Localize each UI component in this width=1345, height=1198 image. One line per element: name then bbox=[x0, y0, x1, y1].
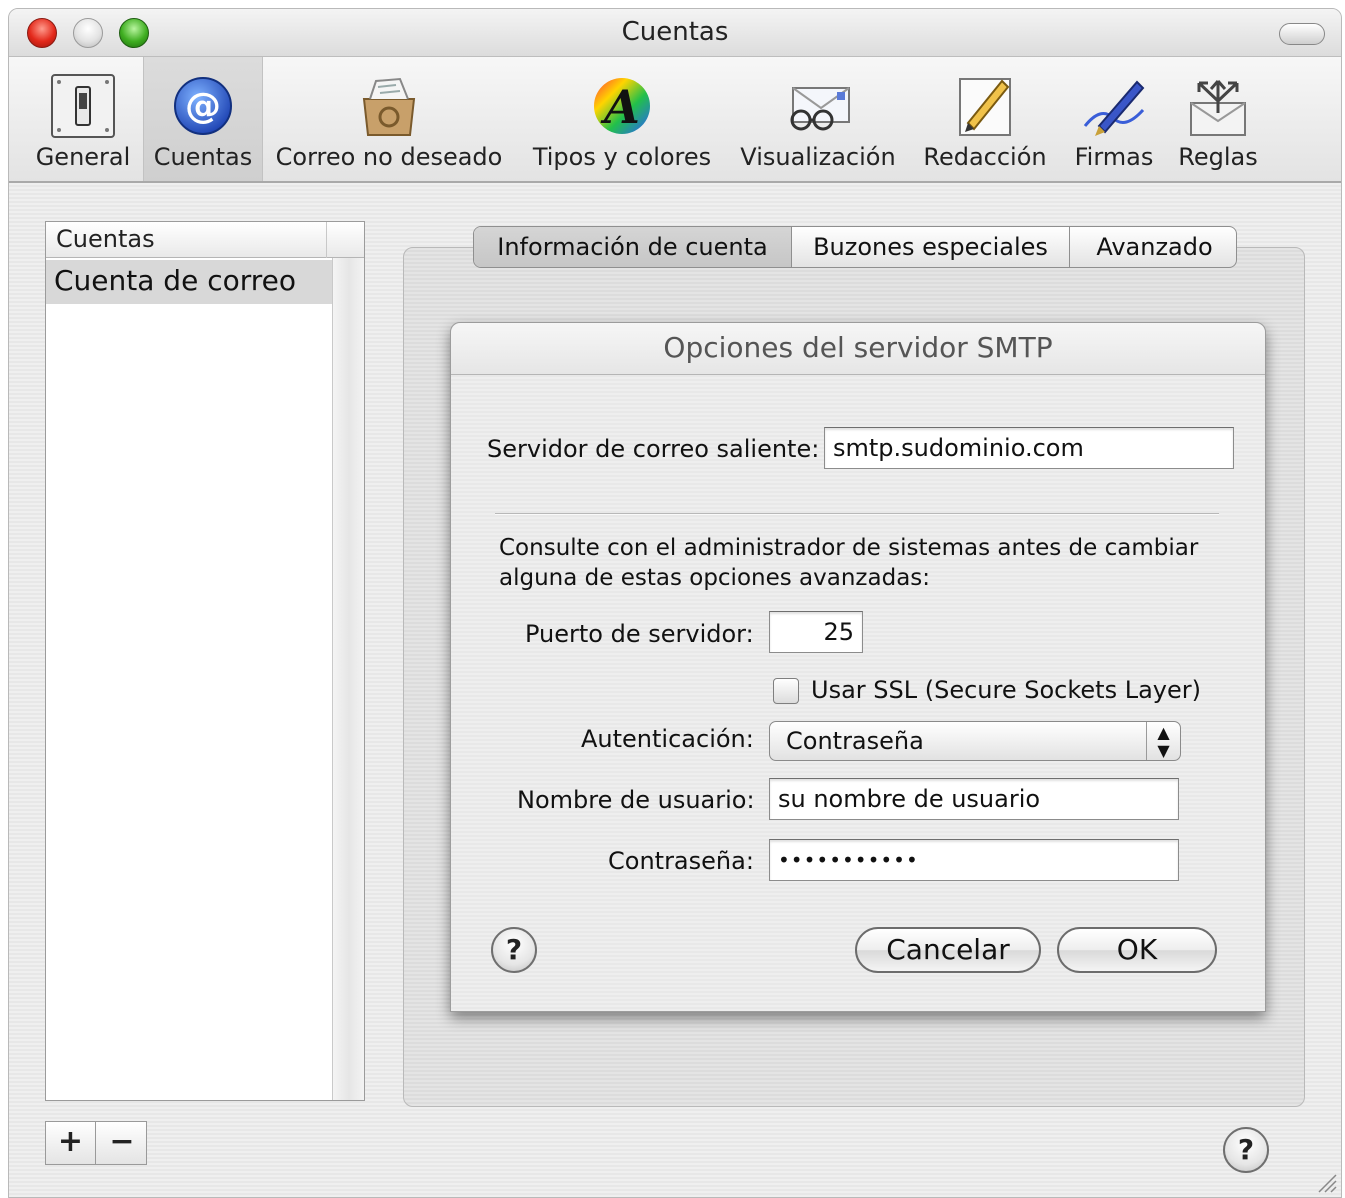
junk-mail-icon bbox=[353, 71, 425, 141]
sheet-title: Opciones del servidor SMTP bbox=[451, 323, 1265, 375]
accounts-list-header[interactable]: Cuentas bbox=[46, 222, 364, 258]
toolbar-item-junk[interactable]: Correo no deseado bbox=[269, 57, 509, 181]
accounts-list-scrollbar[interactable] bbox=[332, 258, 364, 1100]
authentication-popup[interactable]: Contraseña ▲ ▼ bbox=[769, 721, 1181, 761]
window-title: Cuentas bbox=[621, 17, 729, 47]
fonts-colors-icon: A bbox=[586, 71, 658, 141]
toolbar-item-composing[interactable]: Redacción bbox=[917, 57, 1053, 181]
warning-line-1: Consulte con el administrador de sistema… bbox=[499, 535, 1199, 561]
toolbar-label-composing: Redacción bbox=[923, 143, 1047, 171]
password-field[interactable]: ••••••••••• bbox=[769, 839, 1179, 881]
at-sign-icon: @ bbox=[167, 71, 239, 141]
tab-advanced[interactable]: Avanzado bbox=[1071, 227, 1236, 267]
window-help-button[interactable]: ? bbox=[1223, 1127, 1269, 1173]
toolbar-label-rules: Reglas bbox=[1178, 143, 1258, 171]
toolbar-label-cuentas: Cuentas bbox=[153, 143, 253, 171]
svg-text:A: A bbox=[600, 80, 640, 134]
username-label: Nombre de usuario: bbox=[517, 786, 755, 814]
fountain-pen-icon bbox=[1078, 71, 1150, 141]
toolbar-item-rules[interactable]: Reglas bbox=[1169, 57, 1267, 181]
toolbar-item-cuentas[interactable]: @ Cuentas bbox=[143, 57, 263, 181]
toolbar-item-viewing[interactable]: Visualización bbox=[731, 57, 905, 181]
toolbar-label-general: General bbox=[35, 143, 131, 171]
toolbar-item-fonts[interactable]: A Tipos y colores bbox=[525, 57, 719, 181]
preferences-toolbar: General @ Cuentas Correo no deseado A Ti… bbox=[9, 57, 1341, 183]
rules-arrows-icon bbox=[1182, 71, 1254, 141]
server-port-field[interactable]: 25 bbox=[769, 611, 863, 653]
toolbar-item-signatures[interactable]: Firmas bbox=[1065, 57, 1163, 181]
toolbar-label-viewing: Visualización bbox=[740, 143, 896, 171]
toolbar-label-fonts: Tipos y colores bbox=[532, 143, 712, 171]
username-field[interactable]: su nombre de usuario bbox=[769, 778, 1179, 820]
authentication-value: Contraseña bbox=[786, 727, 924, 755]
outgoing-server-field[interactable]: smtp.sudominio.com bbox=[824, 427, 1234, 469]
password-label: Contraseña: bbox=[608, 847, 754, 875]
smtp-options-sheet: Opciones del servidor SMTP Servidor de c… bbox=[450, 322, 1266, 1012]
toolbar-label-signatures: Firmas bbox=[1074, 143, 1154, 171]
toolbar-item-general[interactable]: General bbox=[25, 57, 141, 181]
glasses-envelope-icon bbox=[782, 71, 854, 141]
preferences-window: Cuentas General @ Cuentas Correo no dese… bbox=[8, 8, 1342, 1198]
popup-arrows-icon: ▲ ▼ bbox=[1146, 722, 1180, 760]
outgoing-server-label: Servidor de correo saliente: bbox=[487, 435, 820, 463]
sheet-help-button[interactable]: ? bbox=[491, 927, 537, 973]
toolbar-label-junk: Correo no deseado bbox=[275, 143, 503, 171]
cancel-button[interactable]: Cancelar bbox=[855, 927, 1041, 973]
server-port-label: Puerto de servidor: bbox=[525, 620, 754, 648]
add-account-button[interactable]: + bbox=[46, 1122, 96, 1164]
tab-bar: Información de cuenta Buzones especiales… bbox=[473, 226, 1237, 268]
title-bar[interactable]: Cuentas bbox=[9, 9, 1341, 57]
toolbar-toggle-button[interactable] bbox=[1279, 23, 1325, 45]
warning-line-2: alguna de estas opciones avanzadas: bbox=[499, 565, 931, 591]
authentication-label: Autenticación: bbox=[581, 725, 754, 753]
tab-special-mailboxes[interactable]: Buzones especiales bbox=[792, 227, 1070, 267]
use-ssl-checkbox[interactable] bbox=[773, 678, 799, 704]
add-remove-control: + − bbox=[45, 1121, 147, 1165]
advanced-warning-text: Consulte con el administrador de sistema… bbox=[499, 533, 1199, 593]
divider bbox=[495, 513, 1219, 515]
tab-account-info[interactable]: Información de cuenta bbox=[474, 227, 792, 267]
use-ssl-label[interactable]: Usar SSL (Secure Sockets Layer) bbox=[811, 676, 1201, 704]
remove-account-button[interactable]: − bbox=[97, 1122, 147, 1164]
svg-text:@: @ bbox=[185, 86, 221, 127]
switch-icon bbox=[47, 71, 119, 141]
resize-grip-icon[interactable] bbox=[1315, 1171, 1337, 1193]
accounts-list[interactable]: Cuentas Cuenta de correo bbox=[45, 221, 365, 1101]
column-divider bbox=[326, 222, 327, 258]
accounts-column-header[interactable]: Cuentas bbox=[56, 225, 155, 253]
account-row[interactable]: Cuenta de correo bbox=[46, 260, 334, 304]
pencil-paper-icon bbox=[949, 71, 1021, 141]
ok-button[interactable]: OK bbox=[1057, 927, 1217, 973]
